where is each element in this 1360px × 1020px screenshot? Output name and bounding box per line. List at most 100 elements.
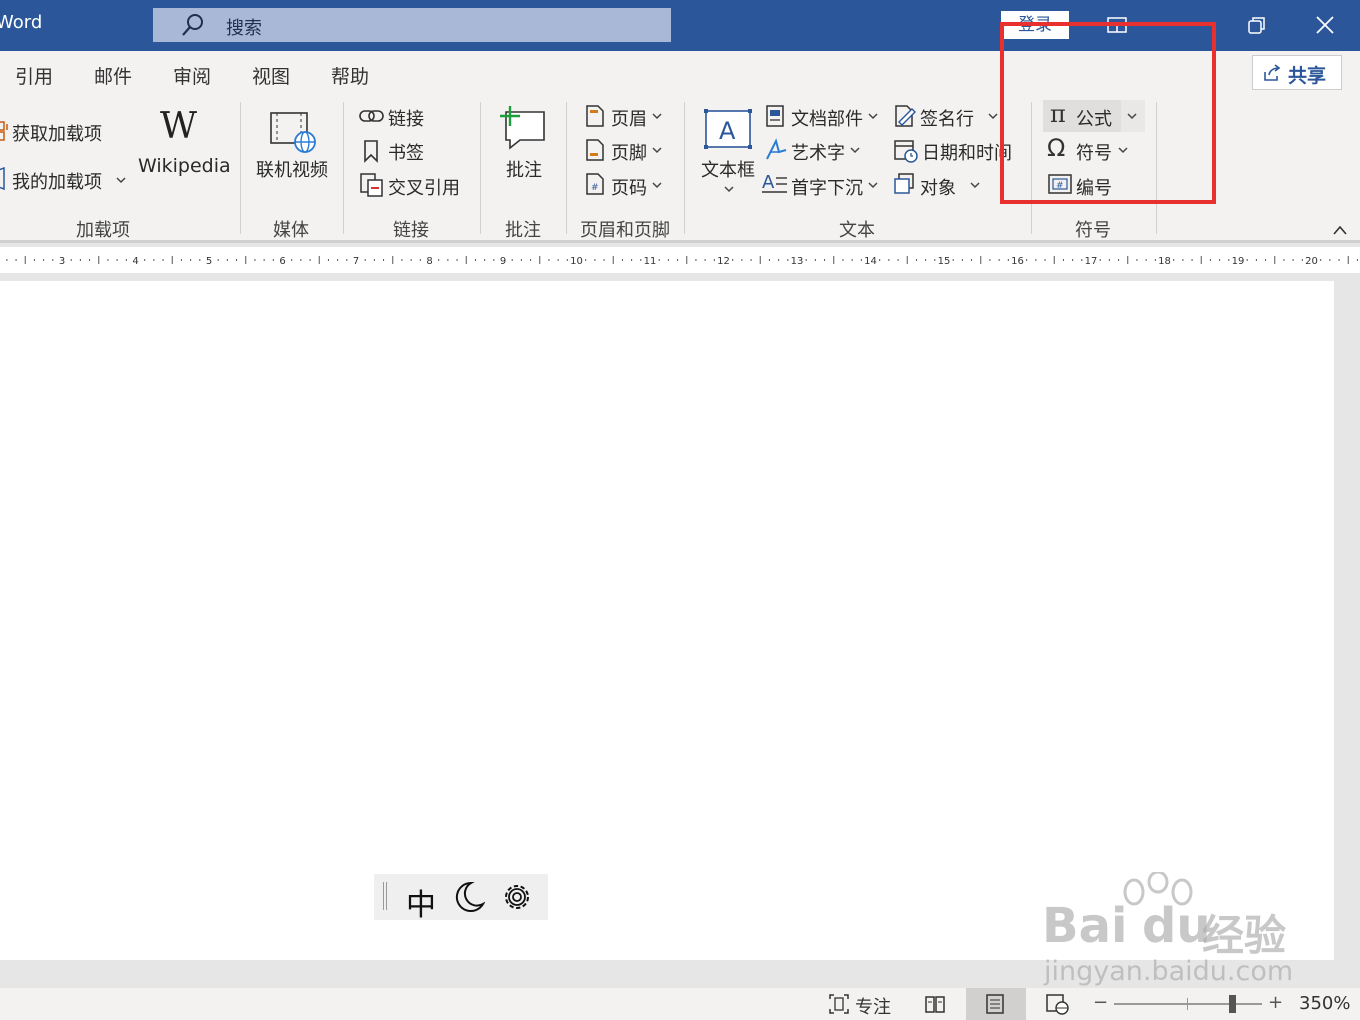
- close-icon[interactable]: [1314, 14, 1336, 36]
- ruler-number: 5: [206, 256, 212, 267]
- chevron-down-icon[interactable]: [850, 147, 860, 154]
- bookmark-button[interactable]: 书签: [388, 139, 424, 165]
- document-page[interactable]: [0, 281, 1334, 960]
- restore-icon[interactable]: [1246, 14, 1268, 36]
- group-separator: [343, 102, 344, 234]
- cross-reference-button[interactable]: 交叉引用: [388, 174, 460, 200]
- group-label-text: 文本: [839, 220, 875, 241]
- group-separator: [480, 102, 481, 234]
- date-time-icon: [894, 140, 918, 163]
- quick-parts-icon: [766, 105, 784, 127]
- group-label-media: 媒体: [273, 220, 309, 241]
- new-comment-icon: [500, 106, 545, 150]
- chevron-down-icon[interactable]: [652, 113, 662, 120]
- chevron-down-icon[interactable]: [724, 186, 734, 193]
- chevron-down-icon[interactable]: [868, 182, 878, 189]
- object-button[interactable]: 对象: [920, 174, 956, 200]
- ruler-number: 7: [353, 256, 359, 267]
- tab-view[interactable]: 视图: [252, 62, 290, 89]
- bookmark-icon: [364, 140, 378, 163]
- new-comment-button[interactable]: 批注: [506, 156, 542, 182]
- search-placeholder[interactable]: 搜索: [226, 14, 262, 40]
- web-layout-icon[interactable]: [1045, 993, 1069, 1015]
- ime-mode-toggle[interactable]: 中: [406, 880, 436, 924]
- group-label-links: 链接: [393, 220, 429, 241]
- quick-parts-button[interactable]: 文档部件: [791, 105, 863, 131]
- group-separator: [684, 102, 685, 234]
- date-time-button[interactable]: 日期和时间: [922, 139, 1012, 165]
- ruler-number: 8: [426, 256, 432, 267]
- watermark-brand: Bai: [1042, 898, 1128, 954]
- search-icon: [182, 14, 203, 36]
- chevron-down-icon[interactable]: [116, 177, 126, 184]
- header-icon: [586, 105, 604, 127]
- collapse-ribbon-icon[interactable]: [1332, 224, 1348, 236]
- svg-text:A: A: [762, 172, 775, 193]
- moon-icon[interactable]: [453, 880, 485, 914]
- ruler-number: 14: [864, 256, 877, 267]
- highlight-box: [1000, 22, 1216, 204]
- ruler-number: 17: [1085, 256, 1098, 267]
- ruler-number: 19: [1232, 256, 1245, 267]
- chevron-down-icon[interactable]: [988, 113, 998, 120]
- get-addins-button[interactable]: 获取加载项: [12, 120, 102, 146]
- zoom-out-button[interactable]: −: [1093, 992, 1108, 1013]
- ruler-ticks: 3 4 5 6 7 8 9 10 11 12 13 14 15 16 17 18 19 20: [6, 256, 1358, 267]
- wikipedia-logo-icon: W: [160, 106, 198, 147]
- zoom-level[interactable]: 350%: [1299, 993, 1350, 1014]
- textbox-icon: A: [704, 109, 752, 149]
- gear-icon[interactable]: [500, 880, 534, 914]
- ruler-number: 10: [570, 256, 583, 267]
- chevron-down-icon[interactable]: [970, 182, 980, 189]
- chevron-down-icon[interactable]: [868, 113, 878, 120]
- print-layout-icon[interactable]: [985, 993, 1005, 1015]
- ruler-number: 3: [59, 256, 65, 267]
- page-number-button[interactable]: 页码: [611, 174, 647, 200]
- my-addins-button[interactable]: 我的加载项: [12, 168, 102, 194]
- group-separator: [566, 102, 567, 234]
- chevron-down-icon[interactable]: [652, 147, 662, 154]
- zoom-slider-thumb[interactable]: [1229, 995, 1236, 1013]
- ruler-number: 6: [279, 256, 285, 267]
- zoom-slider-track[interactable]: [1114, 1003, 1262, 1005]
- header-button[interactable]: 页眉: [611, 105, 647, 131]
- textbox-button[interactable]: 文本框: [701, 156, 755, 182]
- horizontal-ruler: 3 4 5 6 7 8 9 10 11 12 13 14 15 16 17 18 19 20: [0, 247, 1360, 273]
- svg-text:A: A: [719, 117, 736, 145]
- tab-review[interactable]: 审阅: [173, 62, 211, 89]
- drop-cap-icon: A: [762, 172, 787, 193]
- zoom-in-button[interactable]: +: [1268, 992, 1283, 1013]
- app-name: Word: [0, 12, 43, 33]
- ruler-number: 12: [717, 256, 730, 267]
- online-video-button[interactable]: 联机视频: [256, 156, 328, 182]
- watermark-brand2: du: [1142, 898, 1211, 954]
- tab-mailings[interactable]: 邮件: [94, 62, 132, 89]
- ime-drag-handle[interactable]: [383, 882, 387, 910]
- get-addins-icon: [0, 121, 8, 141]
- drop-cap-button[interactable]: 首字下沉: [791, 174, 863, 200]
- footer-button[interactable]: 页脚: [611, 139, 647, 165]
- zoom-slider-midmark: [1187, 998, 1188, 1010]
- group-label-header-footer: 页眉和页脚: [580, 220, 670, 241]
- link-button[interactable]: 链接: [388, 105, 424, 131]
- footer-icon: [586, 139, 604, 161]
- wordart-button[interactable]: 艺术字: [791, 139, 845, 165]
- online-video-icon: [270, 112, 316, 153]
- watermark-url: jingyan.baidu.com: [1044, 956, 1294, 987]
- focus-mode-button[interactable]: 专注: [855, 993, 891, 1019]
- share-label[interactable]: 共享: [1288, 61, 1326, 88]
- tab-references[interactable]: 引用: [15, 62, 53, 89]
- my-addins-icon: [0, 167, 5, 191]
- signature-line-button[interactable]: 签名行: [920, 105, 974, 131]
- ribbon-divider: [0, 240, 1360, 243]
- svg-text:#: #: [591, 183, 599, 193]
- chevron-down-icon[interactable]: [652, 182, 662, 189]
- group-separator: [240, 102, 241, 234]
- read-mode-icon[interactable]: [924, 994, 946, 1014]
- watermark-cn: 经验: [1202, 911, 1287, 960]
- ruler-number: 16: [1011, 256, 1024, 267]
- tab-help[interactable]: 帮助: [331, 62, 369, 89]
- cross-reference-icon: [360, 173, 383, 197]
- wikipedia-button[interactable]: Wikipedia: [138, 155, 231, 177]
- ruler-number: 4: [132, 256, 138, 267]
